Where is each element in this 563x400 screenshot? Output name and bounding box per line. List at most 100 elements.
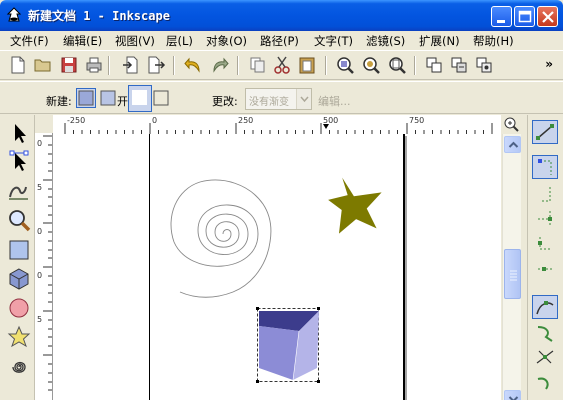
fill-gradient-toggle[interactable] (128, 85, 152, 112)
snap-bbox-icon[interactable] (532, 155, 558, 179)
selector-tool-icon[interactable] (6, 120, 32, 146)
zoom-selection-icon[interactable] (335, 55, 355, 75)
snap-nodes-icon[interactable] (532, 295, 558, 319)
rectangle-tool-icon[interactable] (6, 237, 32, 263)
menu-help[interactable]: 帮助(H) (473, 33, 514, 49)
snap-smooth-nodes-icon[interactable] (532, 371, 558, 395)
chevron-up-icon (508, 141, 519, 148)
print-icon[interactable] (84, 55, 104, 75)
more-tools-button[interactable]: » (545, 57, 553, 71)
snap-bbox-midpoint-icon[interactable] (532, 231, 558, 255)
ruler-label: 0 (37, 227, 43, 236)
copy-icon[interactable] (248, 55, 268, 75)
zoom-fit-icon (504, 117, 519, 132)
unlink-clone-icon[interactable] (474, 55, 494, 75)
commands-toolbar: » (0, 50, 563, 80)
ruler-label: -250 (67, 116, 86, 125)
menu-filters[interactable]: 滤镜(S) (366, 33, 405, 49)
snap-intersections-icon[interactable] (532, 345, 558, 369)
3d-box-tool-icon[interactable] (6, 266, 32, 292)
menu-object[interactable]: 对象(O) (206, 33, 247, 49)
linear-gradient-toggle[interactable] (76, 88, 96, 108)
tweak-tool-icon[interactable] (6, 177, 32, 203)
duplicate-icon[interactable] (424, 55, 444, 75)
chevron-down-icon (508, 396, 519, 400)
ruler-label: 0 (37, 139, 43, 148)
menu-edit[interactable]: 编辑(E) (63, 33, 102, 49)
menu-extensions[interactable]: 扩展(N) (419, 33, 460, 49)
import-icon[interactable] (121, 55, 141, 75)
spiral-tool-icon[interactable] (6, 354, 32, 380)
zoom-page-icon[interactable] (387, 55, 407, 75)
clone-icon[interactable] (449, 55, 469, 75)
snap-bbox-corner-icon[interactable] (532, 207, 558, 231)
toolbox (0, 115, 35, 400)
drawing-canvas[interactable] (53, 134, 501, 400)
radial-gradient-toggle[interactable] (98, 88, 118, 108)
star-tool-icon[interactable] (6, 324, 32, 350)
vertical-ruler: 0 5 0 0 5 (35, 133, 53, 400)
snap-bbox-edge-icon[interactable] (532, 183, 558, 207)
horizontal-ruler: -250 0 250 500 750 (53, 115, 501, 135)
inkscape-app-icon[interactable] (6, 7, 22, 23)
ruler-label: 250 (238, 116, 254, 125)
zoom-tool-icon[interactable] (6, 207, 32, 233)
stroke-gradient-toggle[interactable] (152, 89, 170, 107)
undo-icon[interactable] (184, 55, 204, 75)
cut-icon[interactable] (272, 55, 292, 75)
3d-box-shape[interactable] (259, 311, 319, 381)
snap-toggle-icon[interactable] (532, 120, 558, 144)
zoom-drawing-icon[interactable] (361, 55, 381, 75)
tool-controls-bar: 新建: 开 更改: 没有渐变 编辑... (0, 81, 563, 114)
open-label: 开 (117, 95, 128, 108)
new-label: 新建: (46, 95, 72, 108)
snap-paths-icon[interactable] (532, 321, 558, 345)
title-bar: 新建文档 1 - Inkscape (0, 0, 563, 31)
ruler-label: 0 (152, 116, 158, 125)
edit-gradient-button[interactable]: 编辑... (318, 93, 351, 109)
redo-icon[interactable] (209, 55, 229, 75)
chevron-down-icon[interactable] (296, 89, 311, 109)
menu-view[interactable]: 视图(V) (115, 33, 155, 49)
toolbar-separator (325, 56, 327, 75)
ellipse-tool-icon[interactable] (6, 295, 32, 321)
gradient-select-value: 没有渐变 (249, 97, 289, 108)
minimize-button[interactable] (491, 6, 512, 27)
menu-path[interactable]: 路径(P) (260, 33, 299, 49)
scroll-up-button[interactable] (504, 136, 521, 153)
menu-file[interactable]: 文件(F) (10, 33, 49, 49)
toolbar-separator (414, 56, 416, 75)
change-label: 更改: (212, 95, 238, 108)
toolbar-separator (237, 56, 239, 75)
ruler-label: 5 (37, 183, 43, 192)
save-icon[interactable] (59, 55, 79, 75)
snap-bbox-center-icon[interactable] (532, 257, 558, 281)
canvas-artwork (149, 134, 407, 400)
scroll-down-button[interactable] (504, 390, 521, 400)
export-icon[interactable] (146, 55, 166, 75)
ruler-ticks (64, 123, 493, 134)
maximize-icon (518, 10, 532, 23)
menu-layer[interactable]: 层(L) (166, 33, 193, 49)
new-document-icon[interactable] (8, 55, 28, 75)
ruler-label: 0 (37, 271, 43, 280)
zoom-corner[interactable] (502, 115, 521, 134)
scroll-thumb[interactable] (504, 249, 521, 299)
close-icon (542, 11, 554, 23)
close-button[interactable] (537, 6, 558, 27)
snap-controls-bar (527, 115, 563, 400)
ruler-ticks (43, 135, 52, 391)
toolbar-separator (173, 56, 175, 75)
ruler-label: 500 (323, 116, 339, 125)
menu-text[interactable]: 文字(T) (314, 33, 353, 49)
node-tool-icon[interactable] (6, 148, 32, 174)
ruler-corner (35, 115, 53, 134)
vertical-scrollbar[interactable] (502, 134, 521, 400)
maximize-button[interactable] (514, 6, 535, 27)
gradient-select[interactable]: 没有渐变 (245, 88, 312, 110)
paste-icon[interactable] (297, 55, 317, 75)
open-folder-icon[interactable] (33, 55, 53, 75)
window-title: 新建文档 1 - Inkscape (28, 9, 170, 23)
spiral-shape[interactable] (170, 179, 272, 298)
star-shape[interactable] (325, 173, 386, 235)
